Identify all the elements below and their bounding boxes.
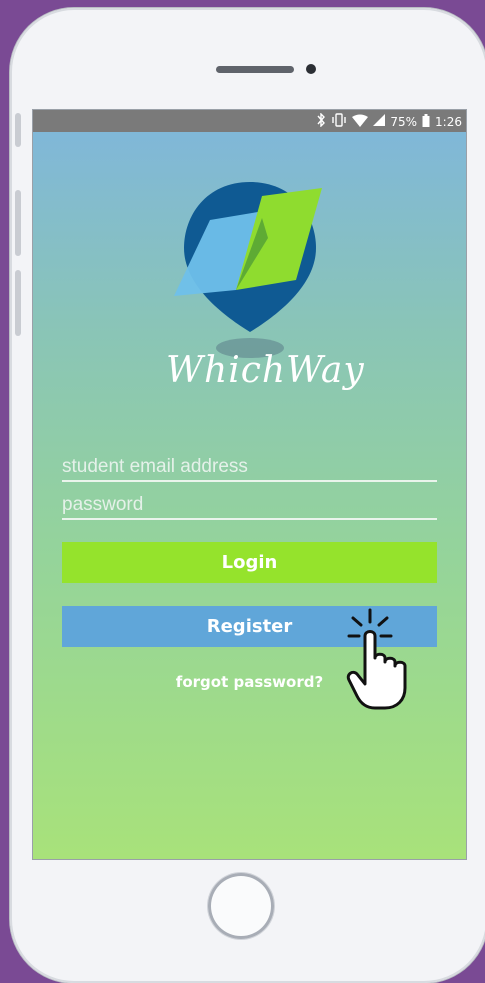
login-button[interactable]: Login [62,542,437,583]
email-input[interactable] [62,456,437,478]
home-button[interactable] [208,873,274,939]
signal-icon [373,114,386,129]
status-time: 1:26 [435,114,462,129]
volume-up-button [15,190,21,256]
app-screen: 75% 1:26 WhichWay Login Register forgot … [33,110,466,859]
mute-switch [15,113,21,147]
email-field[interactable] [62,444,437,482]
speaker-grille [216,66,294,73]
bluetooth-icon [316,112,326,130]
front-camera [306,64,316,74]
battery-icon [422,113,430,130]
volume-down-button [15,270,21,336]
app-wordmark: WhichWay [166,350,365,391]
password-field[interactable] [62,482,437,520]
password-input[interactable] [62,494,437,516]
vibrate-icon [331,113,347,130]
status-bar: 75% 1:26 [33,110,466,132]
whichway-logo [174,182,322,358]
wifi-icon [352,114,369,130]
tap-gesture-icon [346,608,407,710]
battery-percent: 75% [390,114,418,129]
